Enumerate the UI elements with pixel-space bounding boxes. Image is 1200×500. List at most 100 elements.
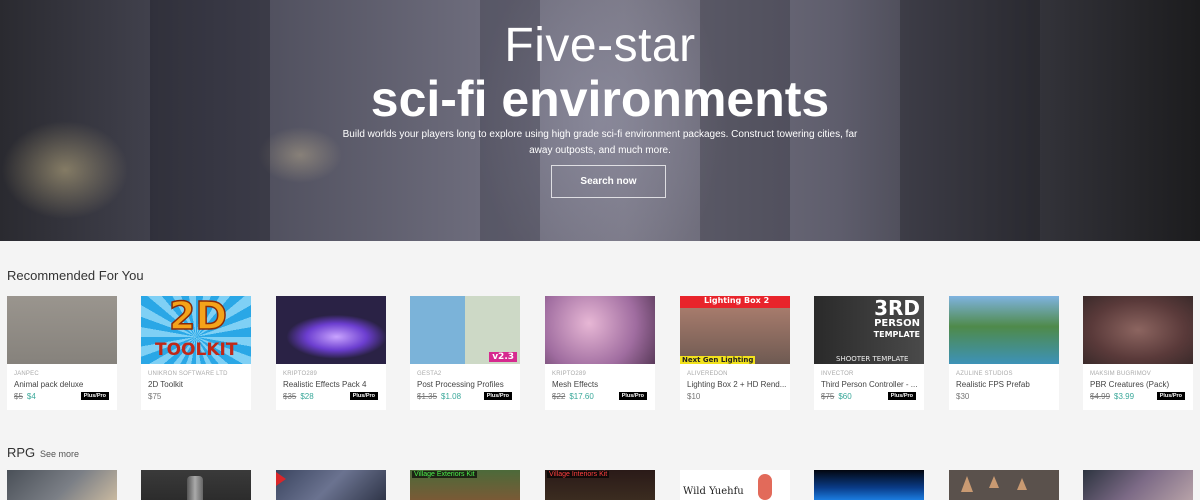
product-price-row: $35 $28 — [283, 392, 314, 401]
section-title-recommended: Recommended For You — [7, 268, 144, 283]
section-title-rpg: RPG — [7, 445, 36, 460]
rpg-card[interactable]: Wild Yuehfu — [680, 470, 790, 500]
original-price: $1.35 — [417, 392, 438, 401]
sale-price: $17.60 — [569, 392, 594, 401]
hero-description: Build worlds your players long to explor… — [342, 129, 858, 156]
sale-price: $28 — [300, 392, 314, 401]
product-card[interactable]: 3RD PERSON TEMPLATE SHOOTER TEMPLATE INVECTO… — [814, 296, 924, 410]
product-card[interactable]: JANPEC Animal pack deluxe $5 $4 Plus/Pro — [7, 296, 117, 410]
plus-pro-badge: Plus/Pro — [887, 392, 916, 400]
hero-title-light: Five-star — [504, 19, 696, 72]
rpg-card[interactable] — [949, 470, 1059, 500]
product-name[interactable]: Third Person Controller - ... — [821, 380, 921, 389]
rpg-card[interactable] — [7, 470, 117, 500]
sale-price: $4 — [26, 392, 36, 401]
helmet-shape — [187, 476, 203, 500]
rpg-card[interactable] — [276, 470, 386, 500]
product-publisher[interactable]: AZULINE STUDIOS — [956, 371, 1013, 377]
arrowhead-shape — [989, 476, 999, 488]
product-price-row: $5 $4 — [14, 392, 36, 401]
product-card[interactable]: MAKSIM BUGRIMOV PBR Creatures (Pack) $4.99… — [1083, 296, 1193, 410]
product-name[interactable]: Realistic Effects Pack 4 — [283, 380, 383, 389]
product-name[interactable]: PBR Creatures (Pack) — [1090, 380, 1190, 389]
sale-price: $60 — [838, 392, 852, 401]
see-more-link[interactable]: See more — [40, 449, 79, 459]
product-thumbnail[interactable] — [276, 296, 386, 364]
product-price-row: $4.99 $3.99 — [1090, 392, 1134, 401]
product-price-row: $30 — [956, 392, 969, 401]
product-name[interactable]: Animal pack deluxe — [14, 380, 114, 389]
plus-pro-badge: Plus/Pro — [1156, 392, 1185, 400]
thumb-title: TEMPLATE — [873, 330, 920, 339]
thumb-title: 3RD — [874, 296, 920, 320]
product-thumbnail[interactable]: 2D TOOLKIT — [141, 296, 251, 364]
product-name[interactable]: Post Processing Profiles — [417, 380, 517, 389]
product-publisher[interactable]: UNIKRON SOFTWARE LTD — [148, 371, 228, 377]
hero-title-bold: sci-fi environments — [370, 71, 830, 127]
product-thumbnail[interactable] — [545, 296, 655, 364]
product-price-row: $75 — [148, 392, 161, 401]
product-thumbnail[interactable] — [949, 296, 1059, 364]
rpg-card[interactable]: Village Interiors Kit — [545, 470, 655, 500]
plus-pro-badge: Plus/Pro — [80, 392, 109, 400]
product-name[interactable]: 2D Toolkit — [148, 380, 248, 389]
product-name[interactable]: Lighting Box 2 + HD Rend... — [687, 380, 787, 389]
product-thumbnail[interactable]: v2.3 — [410, 296, 520, 364]
rpg-card[interactable] — [141, 470, 251, 500]
red-arrow-shape — [276, 472, 286, 486]
rpg-card[interactable]: Village Exteriors Kit — [410, 470, 520, 500]
product-thumbnail[interactable] — [7, 296, 117, 364]
rpg-card[interactable] — [1083, 470, 1193, 500]
price: $75 — [148, 392, 162, 401]
product-publisher[interactable]: KRIPTO289 — [283, 371, 317, 377]
rpg-card[interactable] — [814, 470, 924, 500]
product-card[interactable]: KRIPTO289 Mesh Effects $22 $17.60 Plus/Pro — [545, 296, 655, 410]
search-now-button[interactable]: Search now — [551, 165, 666, 198]
sale-price: $1.08 — [441, 392, 462, 401]
product-publisher[interactable]: INVECTOR — [821, 371, 854, 377]
product-thumbnail[interactable]: 3RD PERSON TEMPLATE SHOOTER TEMPLATE — [814, 296, 924, 364]
product-price-row: $75 $60 — [821, 392, 852, 401]
product-card[interactable]: 2D TOOLKIT UNIKRON SOFTWARE LTD 2D Toolkit $… — [141, 296, 251, 410]
product-card[interactable]: AZULINE STUDIOS Realistic FPS Prefab $30 — [949, 296, 1059, 410]
thumb-title: Lighting Box 2 — [704, 296, 770, 305]
product-card[interactable]: KRIPTO289 Realistic Effects Pack 4 $35 $28 P… — [276, 296, 386, 410]
product-thumbnail[interactable] — [1083, 296, 1193, 364]
product-price-row: $1.35 $1.08 — [417, 392, 461, 401]
product-price-row: $22 $17.60 — [552, 392, 594, 401]
product-publisher[interactable]: GESTA2 — [417, 371, 441, 377]
original-price: $35 — [283, 392, 297, 401]
product-thumbnail[interactable]: Lighting Box 2 Next Gen Lighting — [680, 296, 790, 364]
product-name[interactable]: Mesh Effects — [552, 380, 652, 389]
thumb-title-toolkit: TOOLKIT — [155, 340, 238, 360]
original-price: $22 — [552, 392, 566, 401]
product-name[interactable]: Realistic FPS Prefab — [956, 380, 1056, 389]
thumb-subtitle: Next Gen Lighting — [680, 356, 756, 364]
product-publisher[interactable]: JANPEC — [14, 371, 39, 377]
thumb-tag: Village Interiors Kit — [547, 471, 610, 478]
sale-price: $3.99 — [1114, 392, 1135, 401]
original-price: $5 — [14, 392, 23, 401]
thumb-title-2d: 2D — [168, 296, 227, 339]
product-publisher[interactable]: KRIPTO289 — [552, 371, 586, 377]
thumb-tag: Village Exteriors Kit — [412, 471, 477, 478]
thumb-version: v2.3 — [489, 352, 517, 362]
plus-pro-badge: Plus/Pro — [483, 392, 512, 400]
product-publisher[interactable]: ALIVEREDON — [687, 371, 728, 377]
thumb-title: PERSON — [874, 318, 920, 329]
plus-pro-badge: Plus/Pro — [349, 392, 378, 400]
product-card[interactable]: v2.3 GESTA2 Post Processing Profiles $1.35 $… — [410, 296, 520, 410]
arrowhead-shape — [961, 476, 973, 492]
price: $30 — [956, 392, 970, 401]
hero-banner: Five-star sci-fi environments Build worl… — [0, 0, 1200, 241]
price: $10 — [687, 392, 701, 401]
product-card[interactable]: Lighting Box 2 Next Gen Lighting ALIVEREDO… — [680, 296, 790, 410]
original-price: $4.99 — [1090, 392, 1111, 401]
product-publisher[interactable]: MAKSIM BUGRIMOV — [1090, 371, 1151, 377]
original-price: $75 — [821, 392, 835, 401]
product-price-row: $10 — [687, 392, 700, 401]
plus-pro-badge: Plus/Pro — [618, 392, 647, 400]
arrowhead-shape — [1017, 478, 1027, 490]
thumb-text: Wild Yuehfu — [683, 486, 744, 497]
seal-stamp-shape — [758, 474, 772, 500]
